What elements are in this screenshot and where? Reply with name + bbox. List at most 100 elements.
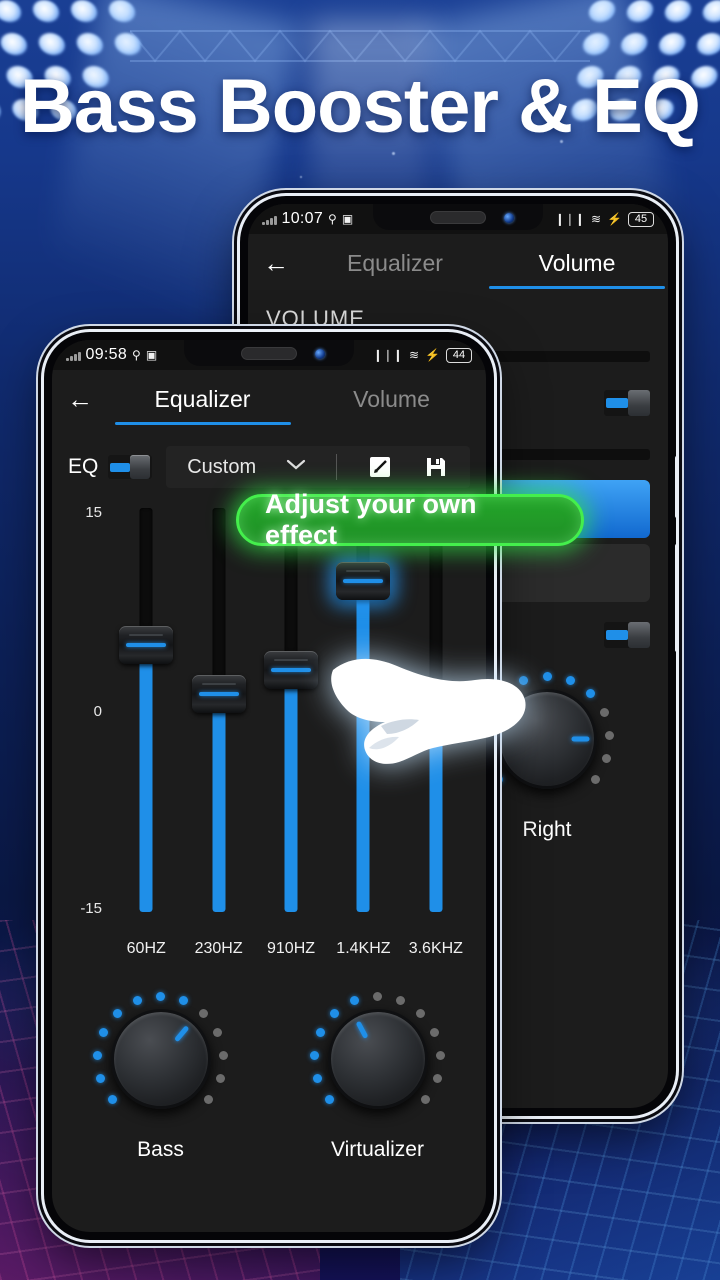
tab-active-indicator: [114, 421, 291, 425]
eq-band-label: 60HZ: [126, 940, 166, 957]
knob-indicator-dot: [329, 1008, 339, 1018]
eq-toggle[interactable]: [108, 455, 153, 479]
eq-band[interactable]: 910HZ: [255, 500, 327, 957]
knob-indicator-dot: [156, 991, 165, 1001]
knob-indicator-dot: [204, 1094, 214, 1104]
eq-band-fill: [212, 693, 226, 912]
usb-icon: ⚲: [328, 212, 337, 226]
knob-indicator-dot: [416, 1008, 426, 1018]
eq-band[interactable]: 230HZ: [182, 500, 254, 957]
back-section-title: VOLUME: [266, 306, 365, 331]
knob-indicator-dot: [93, 1050, 103, 1060]
front-camera-icon: [504, 213, 514, 223]
knob-indicator-dot: [215, 1074, 225, 1084]
knob-virtualizer-dial[interactable]: [303, 984, 453, 1134]
knob-indicator-dot: [112, 1008, 122, 1018]
charging-icon: ⚡: [425, 348, 440, 362]
edit-pen-icon[interactable]: [367, 454, 393, 480]
knob-indicator-dot: [585, 688, 595, 698]
wifi-icon: ≋: [408, 348, 420, 362]
callout-text: Adjust your own effect: [265, 489, 477, 550]
eq-band-label: 1.4KHZ: [336, 940, 391, 957]
knob-indicator-dot: [96, 1074, 106, 1084]
page-title: Bass Booster & EQ: [20, 64, 701, 149]
eq-band-handle[interactable]: [119, 626, 174, 665]
knob-bass-label: Bass: [137, 1138, 184, 1161]
knob-indicator-dot: [324, 1094, 334, 1104]
volume-toggle[interactable]: [604, 390, 650, 416]
eq-band-handle[interactable]: [191, 674, 246, 713]
knob-row: Bass Virtualizer: [52, 984, 486, 1162]
front-phone-screen: 09:58 ⚲ ▣ ❙❘❙ ≋ ⚡ 44 ← Equalizer Volume …: [52, 340, 486, 1232]
knob-right-label: Right: [522, 818, 572, 841]
tab-volume-label: Volume: [538, 249, 616, 276]
preset-dropdown[interactable]: Custom: [166, 446, 470, 488]
tab-equalizer[interactable]: Equalizer: [304, 250, 486, 277]
eq-band-fill: [139, 645, 153, 912]
knob-indicator-dot: [432, 1074, 442, 1084]
back-status-time: 10:07: [281, 210, 324, 227]
eq-scale-max: 15: [85, 504, 102, 521]
divider: [336, 454, 338, 480]
eq-scale-mid: 0: [93, 703, 102, 720]
eq-band[interactable]: 60HZ: [110, 500, 182, 957]
tab-volume-label: Volume: [353, 385, 430, 412]
front-status-time: 09:58: [85, 346, 128, 363]
eq-control-row: EQ Custom: [52, 442, 486, 492]
eq-scale-min: -15: [80, 900, 102, 917]
knob-indicator-dot: [565, 675, 575, 685]
usb-icon: ⚲: [132, 348, 141, 362]
speaker-notch: [430, 211, 486, 224]
data-saver-icon: ▣: [145, 348, 158, 362]
knob-indicator-dot: [542, 671, 552, 681]
knob-indicator-dot: [435, 1050, 445, 1060]
tab-volume[interactable]: Volume: [486, 249, 668, 289]
knob-indicator-dot: [213, 1027, 223, 1037]
knob-indicator-dot: [107, 1094, 117, 1104]
knob-indicator-dot: [599, 707, 609, 717]
knob-virtualizer-label: Virtualizer: [331, 1138, 424, 1161]
back-battery-level: 45: [628, 211, 654, 227]
callout-badge: Adjust your own effect: [236, 489, 584, 550]
eq-band-handle[interactable]: [264, 650, 319, 689]
knob-indicator-dot: [315, 1027, 325, 1037]
data-saver-icon: ▣: [341, 212, 354, 226]
signal-icon: [66, 350, 81, 361]
knob-indicator-dot: [218, 1050, 228, 1060]
front-phone-mockup: 09:58 ⚲ ▣ ❙❘❙ ≋ ⚡ 44 ← Equalizer Volume …: [44, 332, 494, 1240]
back-tab-bar: ← Equalizer Volume: [248, 234, 668, 292]
front-battery-level: 44: [446, 347, 472, 363]
signal-icon: [262, 214, 277, 225]
knob-indicator-dot: [179, 995, 189, 1005]
knob-indicator-dot: [199, 1008, 209, 1018]
tab-equalizer-label: Equalizer: [347, 249, 443, 276]
front-camera-icon: [315, 349, 325, 359]
eq-label: EQ: [68, 455, 99, 478]
tab-equalizer-label: Equalizer: [154, 385, 251, 412]
back-button[interactable]: ←: [52, 386, 108, 412]
knob-indicator-dot: [349, 995, 359, 1005]
tab-equalizer[interactable]: Equalizer: [108, 385, 297, 425]
front-status-bar: 09:58 ⚲ ▣ ❙❘❙ ≋ ⚡ 44: [52, 340, 486, 370]
tab-volume[interactable]: Volume: [297, 386, 486, 413]
save-floppy-icon[interactable]: [423, 454, 449, 480]
knob-indicator-dot: [590, 774, 600, 784]
knob-indicator-dot: [430, 1027, 440, 1037]
eq-band-label: 910HZ: [267, 940, 316, 957]
knob-indicator-dot: [421, 1094, 431, 1104]
knob-indicator-dot: [313, 1074, 323, 1084]
eq-band-handle[interactable]: [336, 561, 391, 600]
knob-indicator-dot: [605, 730, 615, 740]
knob-bass[interactable]: Bass: [52, 984, 269, 1162]
vibrate-icon: ❙❘❙: [372, 348, 403, 362]
chevron-down-icon: [286, 458, 306, 476]
eq-band-label: 3.6KHZ: [408, 940, 463, 957]
knob-indicator-dot: [396, 995, 406, 1005]
knob-virtualizer[interactable]: Virtualizer: [269, 984, 486, 1162]
knob-indicator-dot: [373, 991, 382, 1001]
back-button[interactable]: ←: [248, 250, 304, 276]
balance-toggle[interactable]: [604, 622, 650, 648]
tab-active-indicator: [489, 285, 665, 289]
front-tab-bar: ← Equalizer Volume: [52, 370, 486, 428]
knob-bass-dial[interactable]: [86, 984, 236, 1134]
